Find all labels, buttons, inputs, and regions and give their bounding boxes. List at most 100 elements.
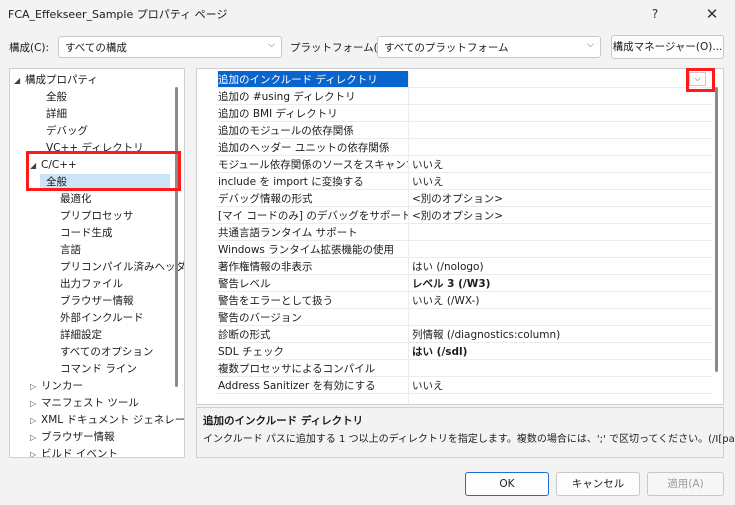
expand-caret-icon[interactable]: ◢ bbox=[14, 72, 25, 89]
property-value[interactable]: いいえ bbox=[412, 378, 712, 393]
property-value[interactable]: いいえ bbox=[412, 174, 712, 189]
help-button[interactable]: ? bbox=[640, 3, 670, 25]
property-value[interactable]: はい (/nologo) bbox=[412, 259, 712, 274]
tree-item-vc-directories[interactable]: VC++ ディレクトリ bbox=[46, 140, 144, 157]
grid-row[interactable]: include を import に変換する いいえ bbox=[215, 173, 713, 190]
property-value[interactable]: 列情報 (/diagnostics:column) bbox=[412, 327, 712, 342]
value-dropdown-button[interactable]: ⌵ bbox=[689, 72, 706, 86]
property-value[interactable]: レベル 3 (/W3) bbox=[412, 276, 712, 291]
chevron-down-icon: ⌵ bbox=[694, 74, 701, 83]
chevron-down-icon: ⌵ bbox=[268, 40, 275, 50]
collapse-caret-icon[interactable]: ▷ bbox=[30, 446, 41, 457]
grid-row[interactable]: 追加のモジュールの依存関係 bbox=[215, 122, 713, 139]
property-tree[interactable]: ◢ 構成プロパティ 全般 詳細 デバッグ VC++ ディレクトリ ◢ C/C++ 全… bbox=[9, 68, 185, 458]
tree-item-debugging[interactable]: デバッグ bbox=[46, 123, 88, 140]
tree-item-config-properties[interactable]: ◢ 構成プロパティ bbox=[14, 72, 98, 89]
tree-item-cpp[interactable]: ◢ C/C++ bbox=[30, 157, 77, 174]
property-name: include を import に変換する bbox=[218, 176, 364, 188]
grid-row[interactable]: 警告レベル レベル 3 (/W3) bbox=[215, 275, 713, 292]
grid-row[interactable]: SDL チェック はい (/sdl) bbox=[215, 343, 713, 360]
description-text: インクルード パスに追加する 1 つ以上のディレクトリを指定します。複数の場合に… bbox=[203, 434, 735, 445]
tree-item-manifest-tool[interactable]: ▷ マニフェスト ツール bbox=[30, 395, 139, 412]
property-name: 複数プロセッサによるコンパイル bbox=[218, 363, 376, 375]
close-button[interactable]: ✕ bbox=[697, 3, 727, 25]
property-name: 診断の形式 bbox=[218, 329, 271, 341]
property-value[interactable]: <別のオプション> bbox=[412, 191, 712, 206]
grid-row[interactable]: 追加の #using ディレクトリ bbox=[215, 88, 713, 105]
property-name: SDL チェック bbox=[218, 346, 284, 358]
expand-caret-icon[interactable]: ◢ bbox=[30, 157, 41, 174]
platform-select[interactable]: すべてのプラットフォーム ⌵ bbox=[377, 36, 601, 58]
tree-item-xml-doc-generator[interactable]: ▷ XML ドキュメント ジェネレータ bbox=[30, 412, 184, 429]
grid-row[interactable]: [マイ コードのみ] のデバッグをサポートする <別のオプション> bbox=[215, 207, 713, 224]
tree-item-cpp-general[interactable]: 全般 bbox=[40, 174, 170, 191]
tree-item-external-includes[interactable]: 外部インクルード bbox=[60, 310, 144, 327]
tree-item-advanced-settings[interactable]: 詳細設定 bbox=[60, 327, 102, 344]
apply-button[interactable]: 適用(A) bbox=[647, 472, 724, 496]
grid-row[interactable]: 複数プロセッサによるコンパイル bbox=[215, 360, 713, 377]
collapse-caret-icon[interactable]: ▷ bbox=[30, 412, 41, 429]
chevron-down-icon: ⌵ bbox=[587, 40, 594, 50]
tree-item-linker[interactable]: ▷ リンカー bbox=[30, 378, 83, 395]
property-name: 共通言語ランタイム サポート bbox=[218, 227, 358, 239]
tree-scrollbar[interactable] bbox=[175, 87, 178, 387]
property-name: 追加の #using ディレクトリ bbox=[218, 91, 356, 103]
tree-item-precompiled-headers[interactable]: プリコンパイル済みヘッダー bbox=[60, 259, 184, 276]
property-name: Address Sanitizer を有効にする bbox=[218, 380, 376, 392]
property-name: デバッグ情報の形式 bbox=[218, 193, 313, 205]
collapse-caret-icon[interactable]: ▷ bbox=[30, 378, 41, 395]
property-name: Windows ランタイム拡張機能の使用 bbox=[218, 244, 394, 256]
collapse-caret-icon[interactable]: ▷ bbox=[30, 395, 41, 412]
title-bar: FCA_Effekseer_Sample プロパティ ページ ? ✕ bbox=[0, 0, 735, 30]
tree-item-output-files[interactable]: 出力ファイル bbox=[60, 276, 123, 293]
grid-row[interactable]: デバッグ情報の形式 <別のオプション> bbox=[215, 190, 713, 207]
tree-item-all-options[interactable]: すべてのオプション bbox=[60, 344, 153, 361]
collapse-caret-icon[interactable]: ▷ bbox=[30, 429, 41, 446]
property-value[interactable]: はい (/sdl) bbox=[412, 344, 712, 359]
property-value[interactable]: いいえ bbox=[412, 157, 712, 172]
grid-row[interactable]: モジュール依存関係のソースをスキャンする いいえ bbox=[215, 156, 713, 173]
grid-row[interactable] bbox=[215, 394, 713, 404]
window-title: FCA_Effekseer_Sample プロパティ ページ bbox=[8, 8, 228, 21]
ok-button[interactable]: OK bbox=[465, 472, 549, 496]
property-name: 警告のバージョン bbox=[218, 312, 302, 324]
property-name: 著作権情報の非表示 bbox=[218, 261, 313, 273]
grid-row[interactable]: 追加のインクルード ディレクトリ bbox=[215, 71, 713, 88]
description-title: 追加のインクルード ディレクトリ bbox=[203, 415, 364, 427]
configuration-select[interactable]: すべての構成 ⌵ bbox=[58, 36, 282, 58]
property-name: 追加のモジュールの依存関係 bbox=[218, 125, 354, 137]
tree-item-advanced[interactable]: 詳細 bbox=[46, 106, 67, 123]
tree-item-command-line[interactable]: コマンド ライン bbox=[60, 361, 137, 378]
description-panel: 追加のインクルード ディレクトリ インクルード パスに追加する 1 つ以上のディ… bbox=[196, 407, 735, 458]
property-name: 警告をエラーとして扱う bbox=[218, 295, 334, 307]
tree-item-code-generation[interactable]: コード生成 bbox=[60, 225, 113, 242]
property-value[interactable]: いいえ (/WX-) bbox=[412, 293, 712, 308]
cancel-button[interactable]: キャンセル bbox=[556, 472, 640, 496]
property-name: 警告レベル bbox=[218, 278, 271, 290]
tree-item-general[interactable]: 全般 bbox=[46, 89, 67, 106]
property-name: 追加のインクルード ディレクトリ bbox=[218, 71, 408, 87]
grid-scrollbar[interactable] bbox=[715, 87, 718, 372]
grid-row[interactable]: Windows ランタイム拡張機能の使用 bbox=[215, 241, 713, 258]
tree-item-browse-information[interactable]: ▷ ブラウザー情報 bbox=[30, 429, 115, 446]
property-grid[interactable]: 追加のインクルード ディレクトリ 追加の #using ディレクトリ 追加の B… bbox=[196, 68, 724, 405]
property-name: [マイ コードのみ] のデバッグをサポートする bbox=[218, 210, 408, 222]
grid-row[interactable]: 警告のバージョン bbox=[215, 309, 713, 326]
tree-item-language[interactable]: 言語 bbox=[60, 242, 81, 259]
grid-row[interactable]: 著作権情報の非表示 はい (/nologo) bbox=[215, 258, 713, 275]
configuration-manager-button[interactable]: 構成マネージャー(O)... bbox=[611, 35, 724, 59]
tree-item-preprocessor[interactable]: プリプロセッサ bbox=[60, 208, 134, 225]
grid-row[interactable]: 共通言語ランタイム サポート bbox=[215, 224, 713, 241]
property-name: 追加のヘッダー ユニットの依存関係 bbox=[218, 142, 390, 154]
grid-row[interactable]: 診断の形式 列情報 (/diagnostics:column) bbox=[215, 326, 713, 343]
tree-item-browse-info[interactable]: ブラウザー情報 bbox=[60, 293, 134, 310]
tree-item-build-events[interactable]: ▷ ビルド イベント bbox=[30, 446, 118, 457]
grid-row[interactable]: Address Sanitizer を有効にする いいえ bbox=[215, 377, 713, 394]
platform-value: すべてのプラットフォーム bbox=[384, 42, 509, 54]
grid-row[interactable]: 警告をエラーとして扱う いいえ (/WX-) bbox=[215, 292, 713, 309]
grid-row[interactable]: 追加の BMI ディレクトリ bbox=[215, 105, 713, 122]
grid-row[interactable]: 追加のヘッダー ユニットの依存関係 bbox=[215, 139, 713, 156]
configuration-value: すべての構成 bbox=[65, 42, 127, 54]
property-value[interactable]: <別のオプション> bbox=[412, 208, 712, 223]
tree-item-optimization[interactable]: 最適化 bbox=[60, 191, 92, 208]
